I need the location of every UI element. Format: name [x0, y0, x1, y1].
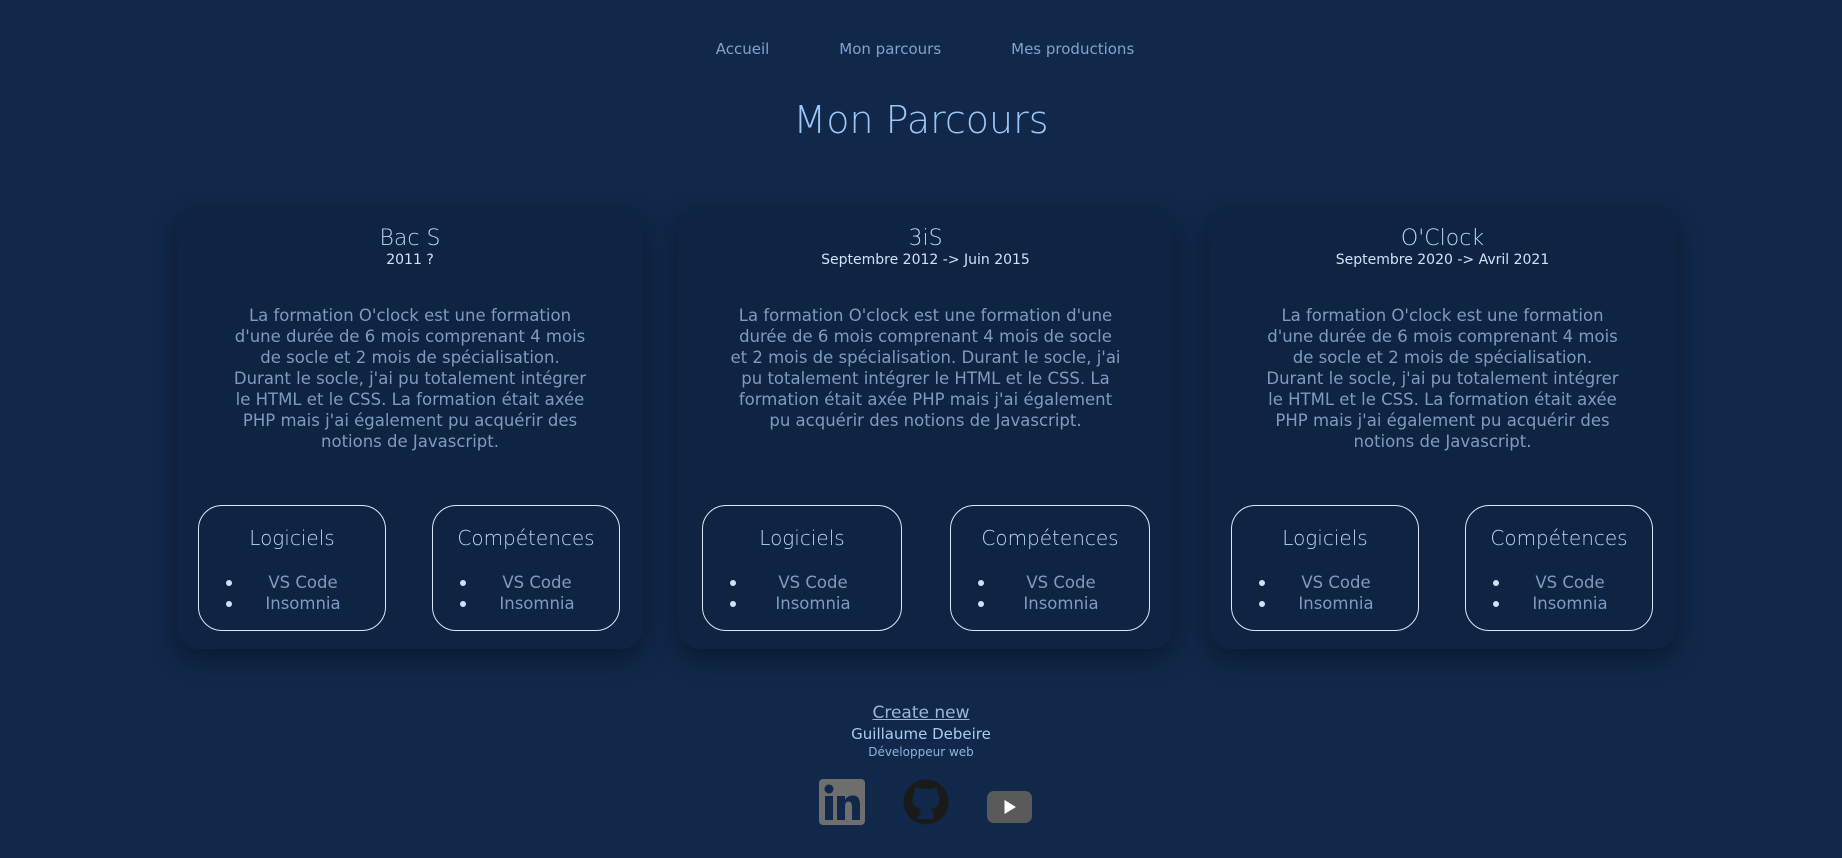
bullet	[460, 601, 466, 607]
list-item-label: VS Code	[1535, 573, 1605, 592]
list-item-label: VS Code	[268, 573, 338, 592]
skills-box: Compétences VS Code Insomnia	[1465, 505, 1653, 631]
card-oclock: O'Clock Septembre 2020 -> Avril 2021 La …	[1209, 206, 1676, 649]
bullet	[1259, 580, 1265, 586]
card-dates: Septembre 2020 -> Avril 2021	[1335, 252, 1550, 268]
skills-box: Compétences VS Code Insomnia	[432, 505, 620, 631]
software-list: VS Code Insomnia	[1232, 572, 1418, 614]
bullet	[1493, 580, 1499, 586]
list-item-label: Insomnia	[1023, 594, 1099, 613]
bullet	[978, 580, 984, 586]
list-item-label: Insomnia	[265, 594, 341, 613]
list-item-label: Insomnia	[1532, 594, 1608, 613]
skills-title: Compétences	[457, 526, 595, 550]
linkedin-icon[interactable]	[819, 779, 865, 825]
bullet	[1493, 601, 1499, 607]
list-item-label: VS Code	[778, 573, 848, 592]
software-title: Logiciels	[1282, 526, 1368, 550]
bullet	[1259, 601, 1265, 607]
author-role: Développeur web	[868, 745, 974, 759]
skills-box: Compétences VS Code Insomnia	[950, 505, 1150, 631]
software-list: VS Code Insomnia	[199, 572, 385, 614]
youtube-icon[interactable]	[987, 791, 1032, 823]
list-item: VS Code	[1232, 572, 1418, 593]
github-icon[interactable]	[903, 779, 949, 825]
software-title: Logiciels	[759, 526, 845, 550]
list-item: VS Code	[1466, 572, 1652, 593]
nav-link-mes-productions[interactable]: Mes productions	[1011, 40, 1134, 58]
nav-link-mon-parcours[interactable]: Mon parcours	[839, 40, 941, 58]
skills-list: VS Code Insomnia	[951, 572, 1149, 614]
bullet	[978, 601, 984, 607]
skills-list: VS Code Insomnia	[433, 572, 619, 614]
main-nav: Accueil Mon parcours Mes productions	[0, 40, 1842, 58]
list-item: VS Code	[199, 572, 385, 593]
software-box: Logiciels VS Code Insomnia	[198, 505, 386, 631]
list-item-label: Insomnia	[1298, 594, 1374, 613]
list-item-label: VS Code	[1026, 573, 1096, 592]
card-description: La formation O'clock est une formation d…	[233, 306, 587, 451]
list-item: VS Code	[703, 572, 901, 593]
card-description: La formation O'clock est une formation d…	[1266, 306, 1619, 451]
bullet	[460, 580, 466, 586]
card-title: O'Clock	[1400, 226, 1485, 251]
list-item-label: Insomnia	[775, 594, 851, 613]
list-item-label: VS Code	[502, 573, 572, 592]
bullet	[730, 601, 736, 607]
list-item: VS Code	[433, 572, 619, 593]
page-title: Mon Parcours	[793, 98, 1049, 142]
card-3is: 3iS Septembre 2012 -> Juin 2015 La forma…	[678, 206, 1173, 649]
card-description: La formation O'clock est une formation d…	[730, 306, 1121, 430]
software-box: Logiciels VS Code Insomnia	[702, 505, 902, 631]
list-item-label: Insomnia	[499, 594, 575, 613]
list-item: Insomnia	[199, 593, 385, 614]
card-dates: 2011 ?	[386, 252, 434, 268]
bullet	[226, 601, 232, 607]
software-box: Logiciels VS Code Insomnia	[1231, 505, 1419, 631]
list-item: Insomnia	[1466, 593, 1652, 614]
author-name: Guillaume Debeire	[851, 725, 991, 743]
software-list: VS Code Insomnia	[703, 572, 901, 614]
create-new-link[interactable]: Create new	[0, 703, 1842, 723]
software-title: Logiciels	[249, 526, 335, 550]
nav-link-accueil[interactable]: Accueil	[716, 40, 770, 58]
skills-title: Compétences	[1490, 526, 1628, 550]
list-item-label: VS Code	[1301, 573, 1371, 592]
skills-title: Compétences	[981, 526, 1119, 550]
list-item: Insomnia	[703, 593, 901, 614]
bullet	[226, 580, 232, 586]
card-bac-s: Bac S 2011 ? La formation O'clock est un…	[177, 206, 643, 649]
list-item: Insomnia	[1232, 593, 1418, 614]
list-item: VS Code	[951, 572, 1149, 593]
list-item: Insomnia	[951, 593, 1149, 614]
bullet	[730, 580, 736, 586]
card-title: 3iS	[908, 226, 943, 251]
card-title: Bac S	[379, 226, 441, 251]
list-item: Insomnia	[433, 593, 619, 614]
skills-list: VS Code Insomnia	[1466, 572, 1652, 614]
card-dates: Septembre 2012 -> Juin 2015	[821, 252, 1030, 268]
